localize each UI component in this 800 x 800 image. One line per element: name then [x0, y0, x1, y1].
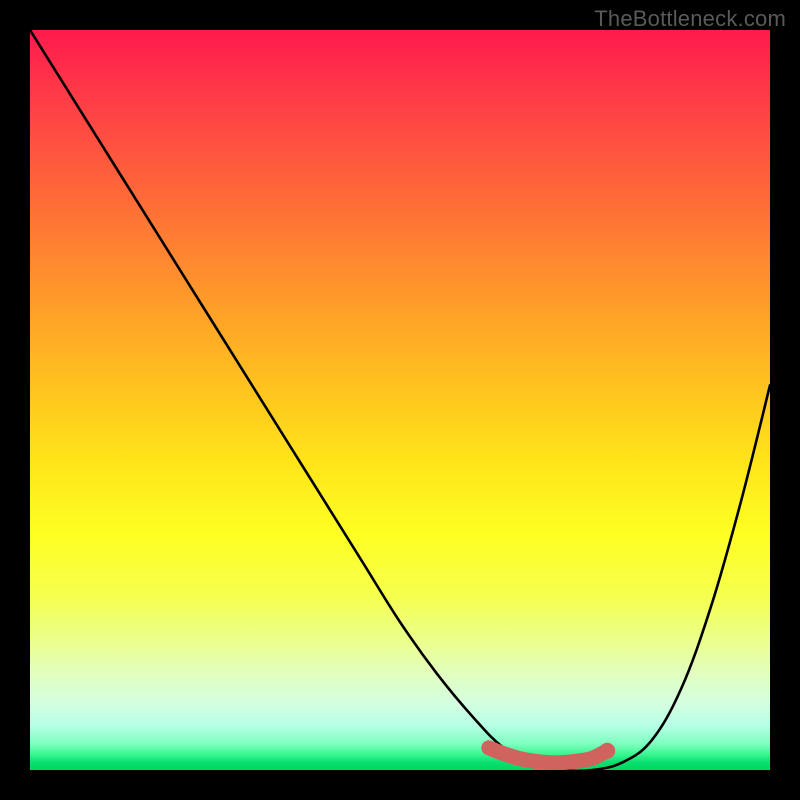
- chart-plot-area: [30, 30, 770, 770]
- bottleneck-curve-path: [30, 30, 770, 770]
- flat-marker-path: [489, 748, 607, 763]
- flat-marker-end-dot: [599, 743, 615, 759]
- bottleneck-curve-svg: [30, 30, 770, 770]
- watermark-text: TheBottleneck.com: [594, 6, 786, 32]
